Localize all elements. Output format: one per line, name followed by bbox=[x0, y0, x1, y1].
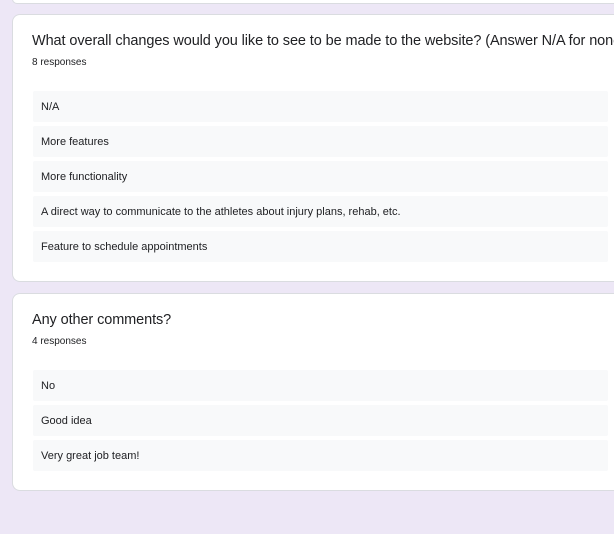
response-item: N/A bbox=[33, 91, 608, 122]
response-count: 4 responses bbox=[32, 336, 87, 347]
question-card-other-comments: Any other comments? 4 responses No Good … bbox=[12, 293, 614, 491]
response-list: N/A More features More functionality A d… bbox=[33, 91, 608, 266]
response-text: More functionality bbox=[41, 170, 128, 183]
response-item: Good idea bbox=[33, 405, 608, 436]
response-text: More features bbox=[41, 135, 109, 148]
response-item: Feature to schedule appointments bbox=[33, 231, 608, 262]
previous-question-card bbox=[12, 0, 614, 4]
response-item: Very great job team! bbox=[33, 440, 608, 471]
question-card-website-changes: What overall changes would you like to s… bbox=[12, 14, 614, 282]
response-item: More functionality bbox=[33, 161, 608, 192]
response-list: No Good idea Very great job team! bbox=[33, 370, 608, 475]
response-item: More features bbox=[33, 126, 608, 157]
response-text: N/A bbox=[41, 100, 60, 113]
response-count: 8 responses bbox=[32, 57, 87, 68]
response-text: A direct way to communicate to the athle… bbox=[41, 205, 401, 218]
response-text: Feature to schedule appointments bbox=[41, 240, 208, 253]
question-title: What overall changes would you like to s… bbox=[32, 33, 614, 49]
response-text: Good idea bbox=[41, 414, 92, 427]
response-item: No bbox=[33, 370, 608, 401]
response-text: Very great job team! bbox=[41, 449, 140, 462]
response-text: No bbox=[41, 379, 56, 392]
response-item: A direct way to communicate to the athle… bbox=[33, 196, 608, 227]
question-title: Any other comments? bbox=[32, 312, 172, 328]
